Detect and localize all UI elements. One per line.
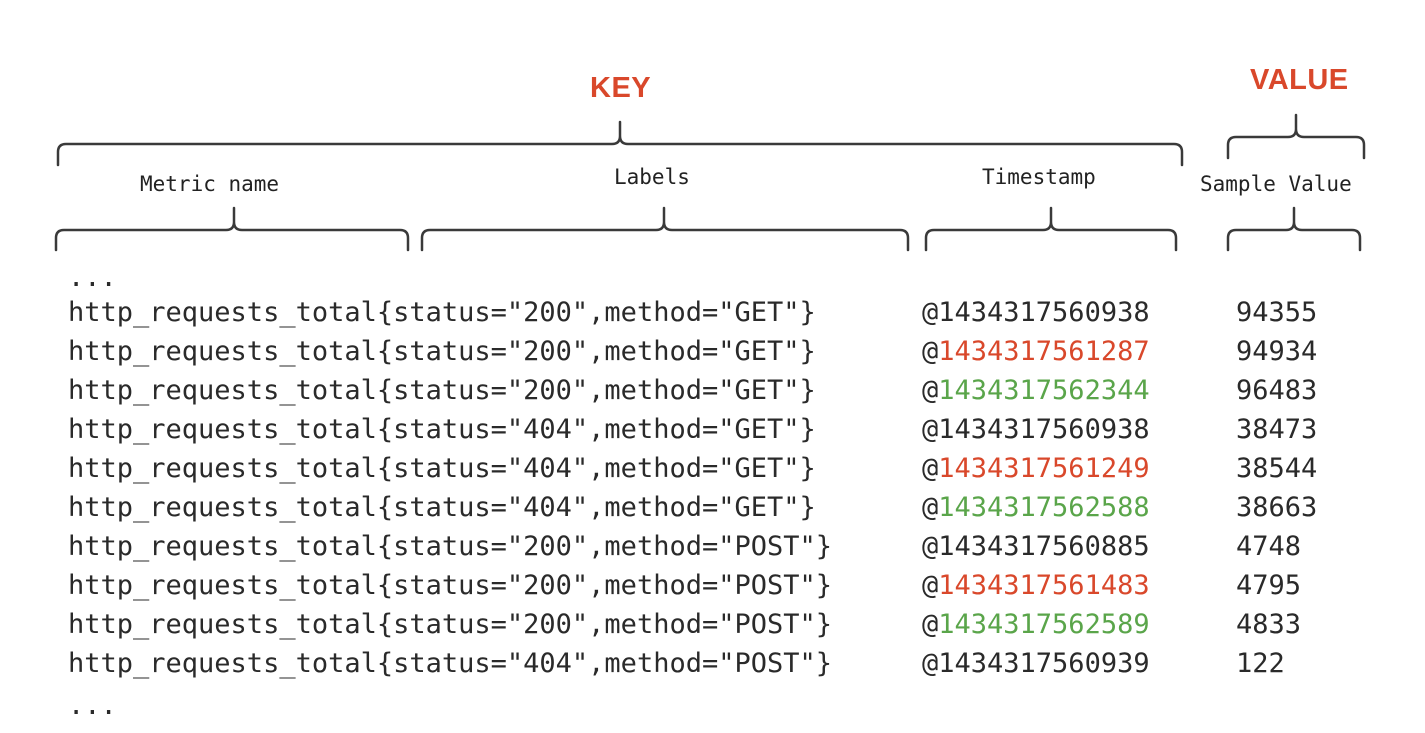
at-symbol: @ <box>922 414 939 445</box>
timestamp: @1434317560938 <box>922 411 1150 449</box>
at-symbol: @ <box>922 375 939 406</box>
timestamp-value: 1434317562589 <box>938 609 1150 640</box>
timestamp-value: 1434317560938 <box>938 414 1150 445</box>
timestamp-value: 1434317561249 <box>938 453 1150 484</box>
at-symbol: @ <box>922 297 939 328</box>
at-symbol: @ <box>922 531 939 562</box>
sample-value-brace <box>1226 206 1362 252</box>
timestamp: @1434317562344 <box>922 372 1150 410</box>
metric-with-labels: http_requests_total{status="404",method=… <box>68 453 816 484</box>
at-symbol: @ <box>922 453 939 484</box>
timestamp: @1434317562588 <box>922 489 1150 527</box>
timestamp: @1434317561249 <box>922 450 1150 488</box>
metric-with-labels: http_requests_total{status="404",method=… <box>68 492 816 523</box>
ellipsis-bottom: ... <box>68 690 117 721</box>
key-header: KEY <box>590 72 652 104</box>
sample-value-caption: Sample Value <box>1200 172 1352 196</box>
labels-caption: Labels <box>614 165 690 189</box>
value-brace <box>1226 113 1366 160</box>
timestamp-caption: Timestamp <box>982 165 1096 189</box>
sample-value: 94934 <box>1236 336 1318 367</box>
labels-brace <box>420 206 910 252</box>
timestamp: @1434317561483 <box>922 567 1150 605</box>
sample-value: 122 <box>1236 648 1285 679</box>
timestamp: @1434317560885 <box>922 528 1150 566</box>
sample-value: 38473 <box>1236 414 1318 445</box>
metric-with-labels: http_requests_total{status="200",method=… <box>68 531 833 562</box>
at-symbol: @ <box>922 609 939 640</box>
sample-value: 38663 <box>1236 492 1318 523</box>
metric-with-labels: http_requests_total{status="404",method=… <box>68 648 833 679</box>
timestamp-value: 1434317561483 <box>938 570 1150 601</box>
metric-with-labels: http_requests_total{status="200",method=… <box>68 336 816 367</box>
key-brace <box>56 120 1184 167</box>
at-symbol: @ <box>922 648 939 679</box>
value-header: VALUE <box>1250 64 1349 96</box>
sample-value: 4748 <box>1236 531 1302 562</box>
timestamp-value: 1434317560939 <box>938 648 1150 679</box>
ellipsis-top: ... <box>68 262 117 293</box>
sample-value: 38544 <box>1236 453 1318 484</box>
timestamp-value: 1434317560938 <box>938 297 1150 328</box>
timestamp-brace <box>924 206 1178 252</box>
timestamp: @1434317560939 <box>922 645 1150 683</box>
at-symbol: @ <box>922 492 939 523</box>
timestamp-value: 1434317561287 <box>938 336 1150 367</box>
timestamp: @1434317561287 <box>922 333 1150 371</box>
metric-with-labels: http_requests_total{status="200",method=… <box>68 609 833 640</box>
metric-with-labels: http_requests_total{status="404",method=… <box>68 414 816 445</box>
metric-name-caption: Metric name <box>140 172 280 196</box>
metric-with-labels: http_requests_total{status="200",method=… <box>68 297 816 328</box>
metric-with-labels: http_requests_total{status="200",method=… <box>68 570 833 601</box>
sample-value: 4795 <box>1236 570 1302 601</box>
sample-value: 96483 <box>1236 375 1318 406</box>
at-symbol: @ <box>922 336 939 367</box>
at-symbol: @ <box>922 570 939 601</box>
sample-value: 94355 <box>1236 297 1318 328</box>
timestamp-value: 1434317562588 <box>938 492 1150 523</box>
metric-name-brace <box>54 206 410 252</box>
timestamp: @1434317562589 <box>922 606 1150 644</box>
timestamp: @1434317560938 <box>922 294 1150 332</box>
sample-value: 4833 <box>1236 609 1302 640</box>
metric-with-labels: http_requests_total{status="200",method=… <box>68 375 816 406</box>
timestamp-value: 1434317560885 <box>938 531 1150 562</box>
timestamp-value: 1434317562344 <box>938 375 1150 406</box>
